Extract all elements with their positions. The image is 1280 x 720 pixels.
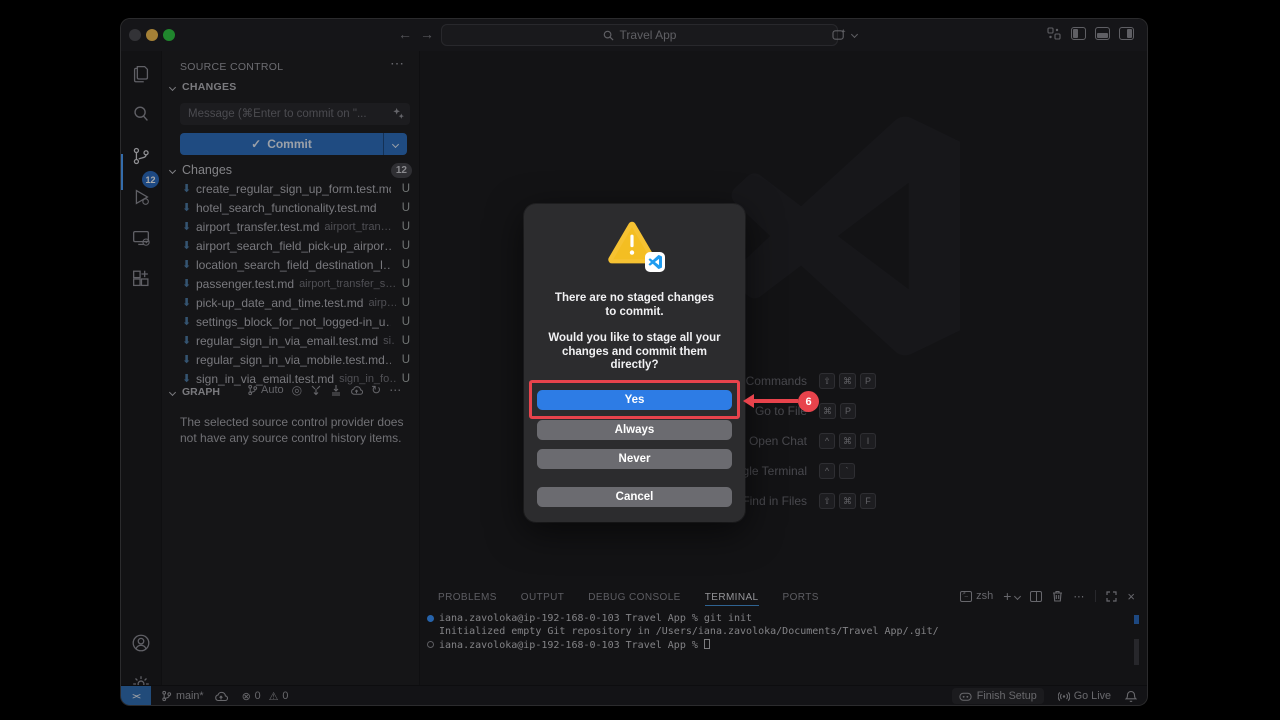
cancel-button[interactable]: Cancel [537,487,732,507]
dialog-message-primary: There are no staged changes to commit. [524,292,745,319]
warning-icon [607,220,663,272]
never-button[interactable]: Never [537,449,732,469]
annotation-arrow-head [743,394,754,408]
vscode-logo-badge [645,252,665,272]
annotation-step-badge: 6 [798,391,819,412]
always-button[interactable]: Always [537,420,732,440]
annotation-arrow-line [754,399,798,403]
stage-changes-dialog: There are no staged changes to commit. W… [524,204,745,522]
dialog-message-secondary: Would you like to stage all your changes… [524,332,745,373]
annotation-highlight-box [529,380,740,419]
desktop: ← → Travel App [0,0,1280,720]
vscode-window: ← → Travel App [120,18,1148,706]
